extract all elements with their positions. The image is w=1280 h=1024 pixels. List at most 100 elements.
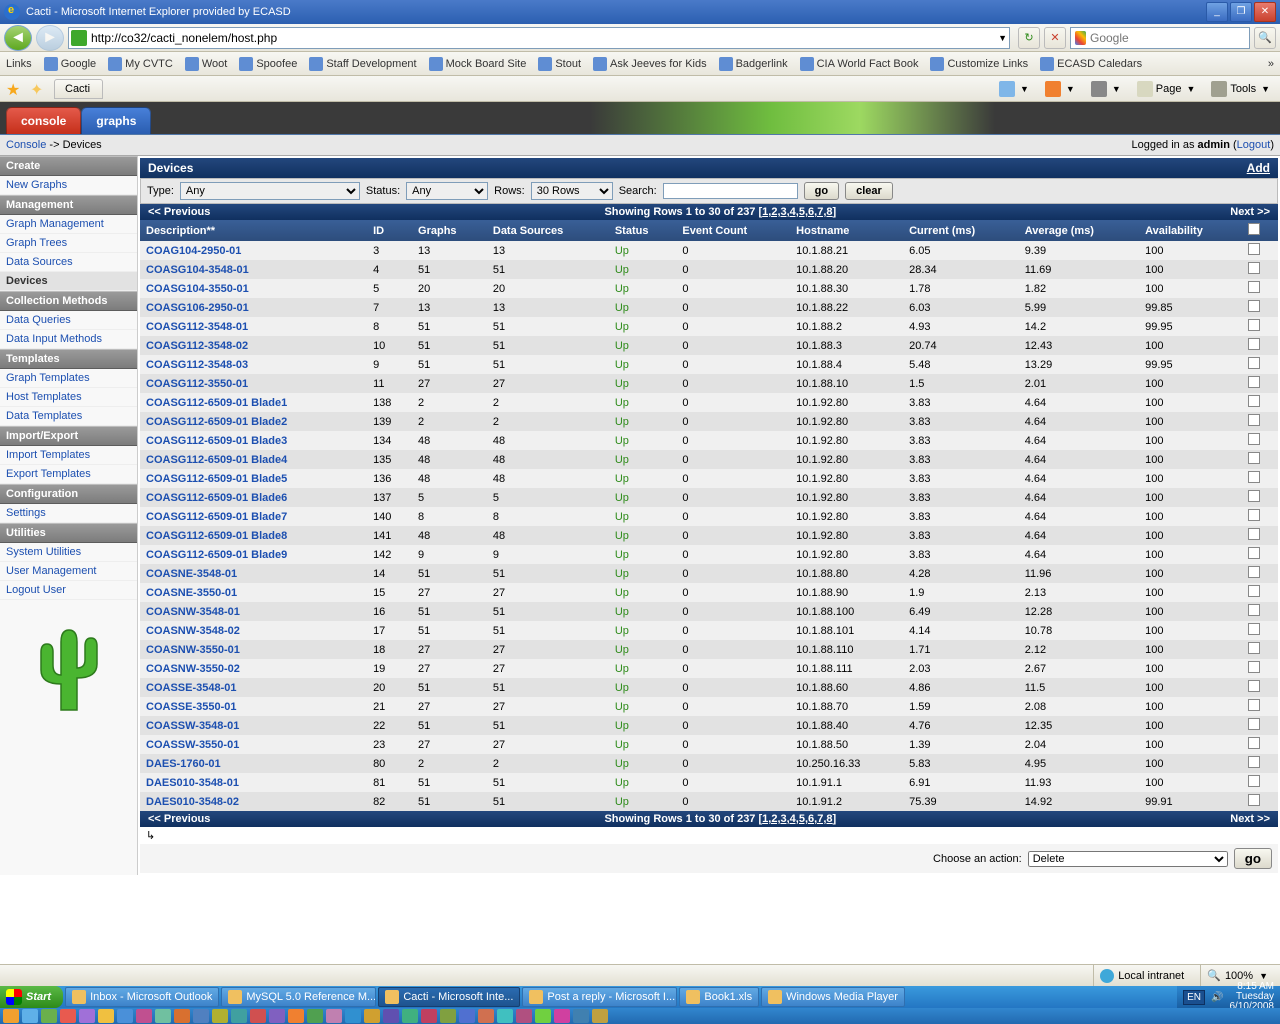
next-link[interactable]: Next >> xyxy=(1230,813,1270,825)
home-button[interactable]: ▼ xyxy=(995,79,1033,99)
row-checkbox[interactable] xyxy=(1248,395,1260,407)
clear-button[interactable]: clear xyxy=(845,182,893,200)
device-link[interactable]: COASG112-6509-01 Blade8 xyxy=(146,530,287,542)
tools-menu[interactable]: Tools▼ xyxy=(1207,79,1274,99)
action-select[interactable]: Delete xyxy=(1028,851,1228,867)
device-link[interactable]: COASSW-3550-01 xyxy=(146,739,239,751)
close-button[interactable]: ✕ xyxy=(1254,2,1276,22)
quick-launch-icon[interactable] xyxy=(402,1009,418,1023)
bookmark-link[interactable]: Woot xyxy=(185,57,227,71)
page-menu[interactable]: Page▼ xyxy=(1133,79,1200,99)
restore-button[interactable]: ❐ xyxy=(1230,2,1252,22)
row-checkbox[interactable] xyxy=(1248,699,1260,711)
sidebar-item[interactable]: Export Templates xyxy=(0,465,137,484)
url-input[interactable] xyxy=(91,31,992,45)
device-link[interactable]: COASG112-6509-01 Blade1 xyxy=(146,397,287,409)
quick-launch-icon[interactable] xyxy=(421,1009,437,1023)
quick-launch-icon[interactable] xyxy=(440,1009,456,1023)
bookmark-link[interactable]: Spoofee xyxy=(239,57,297,71)
device-link[interactable]: DAES-1760-01 xyxy=(146,758,221,770)
column-header[interactable]: Average (ms) xyxy=(1019,220,1139,241)
bookmark-link[interactable]: ECASD Caledars xyxy=(1040,57,1142,71)
device-link[interactable]: COASSE-3548-01 xyxy=(146,682,237,694)
row-checkbox[interactable] xyxy=(1248,585,1260,597)
quick-launch-icon[interactable] xyxy=(136,1009,152,1023)
quick-launch-icon[interactable] xyxy=(326,1009,342,1023)
row-checkbox[interactable] xyxy=(1248,775,1260,787)
row-checkbox[interactable] xyxy=(1248,566,1260,578)
quick-launch-icon[interactable] xyxy=(174,1009,190,1023)
row-checkbox[interactable] xyxy=(1248,414,1260,426)
row-checkbox[interactable] xyxy=(1248,604,1260,616)
column-header[interactable]: Availability xyxy=(1139,220,1242,241)
page-links[interactable]: 1,2,3,4,5,6,7,8 xyxy=(762,206,832,218)
sidebar-item[interactable]: Data Templates xyxy=(0,407,137,426)
row-checkbox[interactable] xyxy=(1248,471,1260,483)
row-checkbox[interactable] xyxy=(1248,528,1260,540)
taskbar-item[interactable]: Windows Media Player xyxy=(761,987,905,1007)
search-field[interactable] xyxy=(663,183,798,199)
quick-launch-icon[interactable] xyxy=(269,1009,285,1023)
column-header[interactable]: Data Sources xyxy=(487,220,609,241)
sidebar-item[interactable]: User Management xyxy=(0,562,137,581)
quick-launch-icon[interactable] xyxy=(250,1009,266,1023)
sidebar-item[interactable]: Data Queries xyxy=(0,311,137,330)
device-link[interactable]: COASNW-3548-02 xyxy=(146,625,240,637)
sidebar-item[interactable]: Graph Templates xyxy=(0,369,137,388)
taskbar-item[interactable]: MySQL 5.0 Reference M... xyxy=(221,987,376,1007)
prev-link[interactable]: << Previous xyxy=(148,206,210,218)
bookmark-link[interactable]: Badgerlink xyxy=(719,57,788,71)
address-bar[interactable]: ▼ xyxy=(68,27,1010,49)
taskbar-item[interactable]: Book1.xls xyxy=(679,987,759,1007)
quick-launch-icon[interactable] xyxy=(193,1009,209,1023)
minimize-button[interactable]: _ xyxy=(1206,2,1228,22)
rows-select[interactable]: 30 Rows xyxy=(531,182,613,200)
column-header[interactable]: Hostname xyxy=(790,220,903,241)
logout-link[interactable]: Logout xyxy=(1237,139,1271,151)
row-checkbox[interactable] xyxy=(1248,376,1260,388)
feeds-button[interactable]: ▼ xyxy=(1041,79,1079,99)
device-link[interactable]: COASNW-3550-01 xyxy=(146,644,240,656)
quick-launch-icon[interactable] xyxy=(345,1009,361,1023)
row-checkbox[interactable] xyxy=(1248,243,1260,255)
row-checkbox[interactable] xyxy=(1248,262,1260,274)
device-link[interactable]: COASG104-3550-01 xyxy=(146,283,249,295)
device-link[interactable]: COASNW-3548-01 xyxy=(146,606,240,618)
column-header[interactable]: Current (ms) xyxy=(903,220,1019,241)
type-select[interactable]: Any xyxy=(180,182,360,200)
sidebar-item[interactable]: Graph Trees xyxy=(0,234,137,253)
quick-launch-icon[interactable] xyxy=(98,1009,114,1023)
device-link[interactable]: COASSE-3550-01 xyxy=(146,701,237,713)
prev-link[interactable]: << Previous xyxy=(148,813,210,825)
bookmark-link[interactable]: Mock Board Site xyxy=(429,57,527,71)
breadcrumb-root[interactable]: Console xyxy=(6,139,46,151)
device-link[interactable]: COASG106-2950-01 xyxy=(146,302,249,314)
taskbar-item[interactable]: Inbox - Microsoft Outlook xyxy=(65,987,219,1007)
row-checkbox[interactable] xyxy=(1248,338,1260,350)
row-checkbox[interactable] xyxy=(1248,756,1260,768)
sidebar-item[interactable]: Devices xyxy=(0,272,137,291)
row-checkbox[interactable] xyxy=(1248,623,1260,635)
tab-graphs[interactable]: graphs xyxy=(81,107,151,134)
next-link[interactable]: Next >> xyxy=(1230,206,1270,218)
device-link[interactable]: COASNW-3550-02 xyxy=(146,663,240,675)
quick-launch-icon[interactable] xyxy=(459,1009,475,1023)
quick-launch-icon[interactable] xyxy=(573,1009,589,1023)
column-header[interactable]: Description** xyxy=(140,220,367,241)
taskbar-item[interactable]: Cacti - Microsoft Inte... xyxy=(378,987,520,1007)
sidebar-item[interactable]: Data Input Methods xyxy=(0,330,137,349)
tray-volume-icon[interactable]: 🔊 xyxy=(1211,992,1223,1003)
bookmark-link[interactable]: CIA World Fact Book xyxy=(800,57,919,71)
device-link[interactable]: COASG112-3548-02 xyxy=(146,340,248,352)
search-go-button[interactable]: 🔍 xyxy=(1254,27,1276,49)
quick-launch-icon[interactable] xyxy=(41,1009,57,1023)
row-checkbox[interactable] xyxy=(1248,680,1260,692)
quick-launch-icon[interactable] xyxy=(364,1009,380,1023)
refresh-button[interactable]: ↻ xyxy=(1018,27,1040,49)
sidebar-item[interactable]: Settings xyxy=(0,504,137,523)
device-link[interactable]: COASG112-6509-01 Blade9 xyxy=(146,549,287,561)
taskbar-item[interactable]: Post a reply - Microsoft I... xyxy=(522,987,677,1007)
stop-button[interactable]: ✕ xyxy=(1044,27,1066,49)
forward-button[interactable]: ► xyxy=(36,25,64,51)
quick-launch-icon[interactable] xyxy=(307,1009,323,1023)
